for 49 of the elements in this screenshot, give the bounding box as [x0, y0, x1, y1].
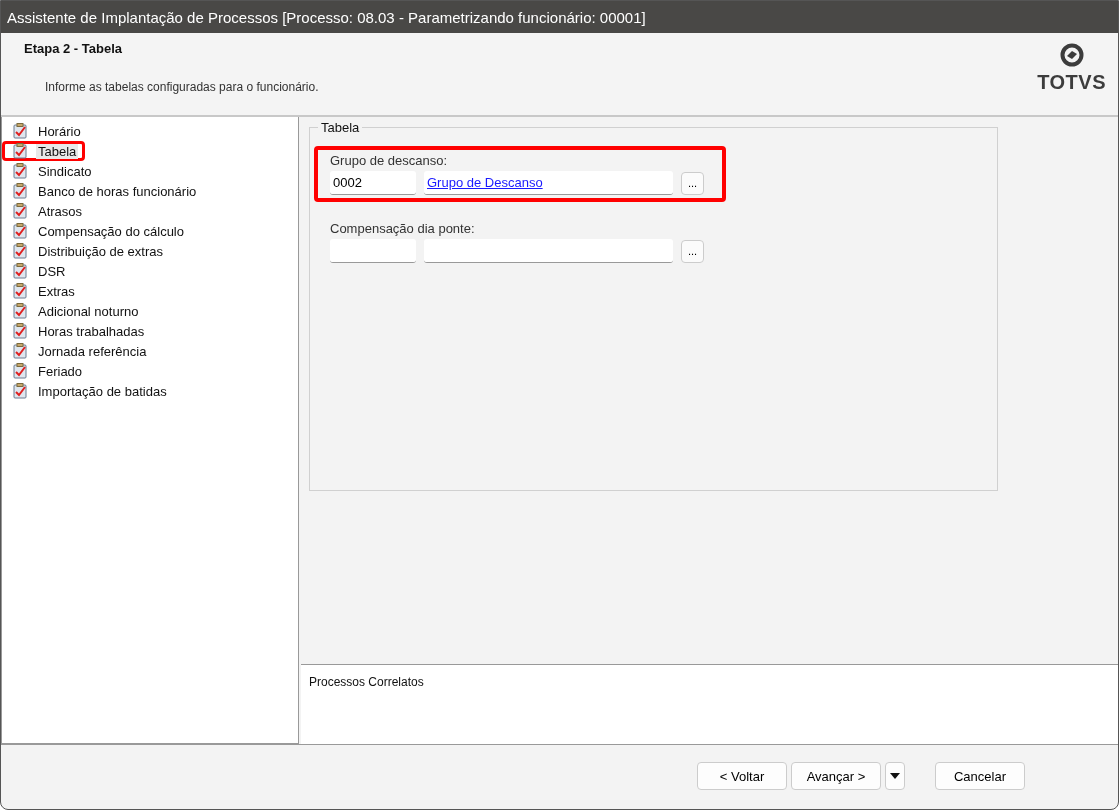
clipboard-check-icon — [12, 383, 28, 399]
group-title: Tabela — [318, 120, 363, 135]
lookup-button[interactable]: ... — [681, 239, 704, 263]
clipboard-check-icon — [12, 283, 28, 299]
clipboard-check-icon — [12, 323, 28, 339]
step-title: Etapa 2 - Tabela — [24, 41, 123, 56]
code-input[interactable] — [330, 239, 416, 263]
sidebar-item[interactable]: Extras — [4, 281, 84, 301]
field-label: Compensação dia ponte: — [330, 221, 476, 236]
clipboard-check-icon — [12, 163, 28, 179]
sidebar-item[interactable]: Importação de batidas — [4, 381, 176, 401]
sidebar-item[interactable]: DSR — [4, 261, 75, 281]
description-field[interactable]: Grupo de Descanso — [424, 171, 673, 195]
window-title: Assistente de Implantação de Processos [Processo: 08.03 - Parametrizando funcionário: 00001] — [7, 8, 646, 26]
clipboard-check-icon — [12, 263, 28, 279]
description-field[interactable] — [424, 239, 673, 263]
clipboard-check-icon — [12, 243, 28, 259]
sidebar-item[interactable]: Horas trabalhadas — [4, 321, 154, 341]
sidebar-item[interactable]: Horário — [4, 121, 90, 141]
sidebar-item[interactable]: Distribuição de extras — [4, 241, 172, 261]
logo-text: TOTVS — [1037, 71, 1106, 94]
sidebar-item[interactable]: Sindicato — [4, 161, 101, 181]
clipboard-check-icon — [12, 183, 28, 199]
clipboard-check-icon — [12, 343, 28, 359]
cancel-button[interactable]: Cancelar — [935, 762, 1025, 790]
clipboard-check-icon — [12, 223, 28, 239]
logo-icon — [1059, 43, 1084, 67]
clipboard-check-icon — [12, 363, 28, 379]
lookup-button[interactable]: ... — [681, 171, 704, 195]
code-input[interactable]: 0002 — [330, 171, 416, 195]
sidebar-item[interactable]: Jornada referência — [4, 341, 156, 361]
next-button[interactable]: Avançar > — [791, 762, 881, 790]
clipboard-check-icon — [12, 143, 28, 159]
sidebar-item[interactable]: Tabela — [2, 141, 86, 161]
sidebar-item[interactable]: Compensação do cálculo — [4, 221, 193, 241]
sidebar-item[interactable]: Atrasos — [4, 201, 92, 221]
step-description: Informe as tabelas configuradas para o funcionário. — [44, 80, 319, 94]
clipboard-check-icon — [12, 203, 28, 219]
caret-icon — [890, 773, 900, 779]
description-link[interactable]: Grupo de Descanso — [427, 175, 543, 190]
dropdown-button[interactable] — [885, 762, 905, 790]
related-title: Processos Correlatos — [309, 675, 424, 689]
back-button[interactable]: < Voltar — [697, 762, 787, 790]
field-label: Grupo de descanso: — [330, 153, 449, 168]
clipboard-check-icon — [12, 303, 28, 319]
sidebar-item[interactable]: Adicional noturno — [4, 301, 148, 321]
clipboard-check-icon — [12, 123, 28, 139]
sidebar-item[interactable]: Banco de horas funcionário — [4, 181, 206, 201]
sidebar-item[interactable]: Feriado — [4, 361, 92, 381]
